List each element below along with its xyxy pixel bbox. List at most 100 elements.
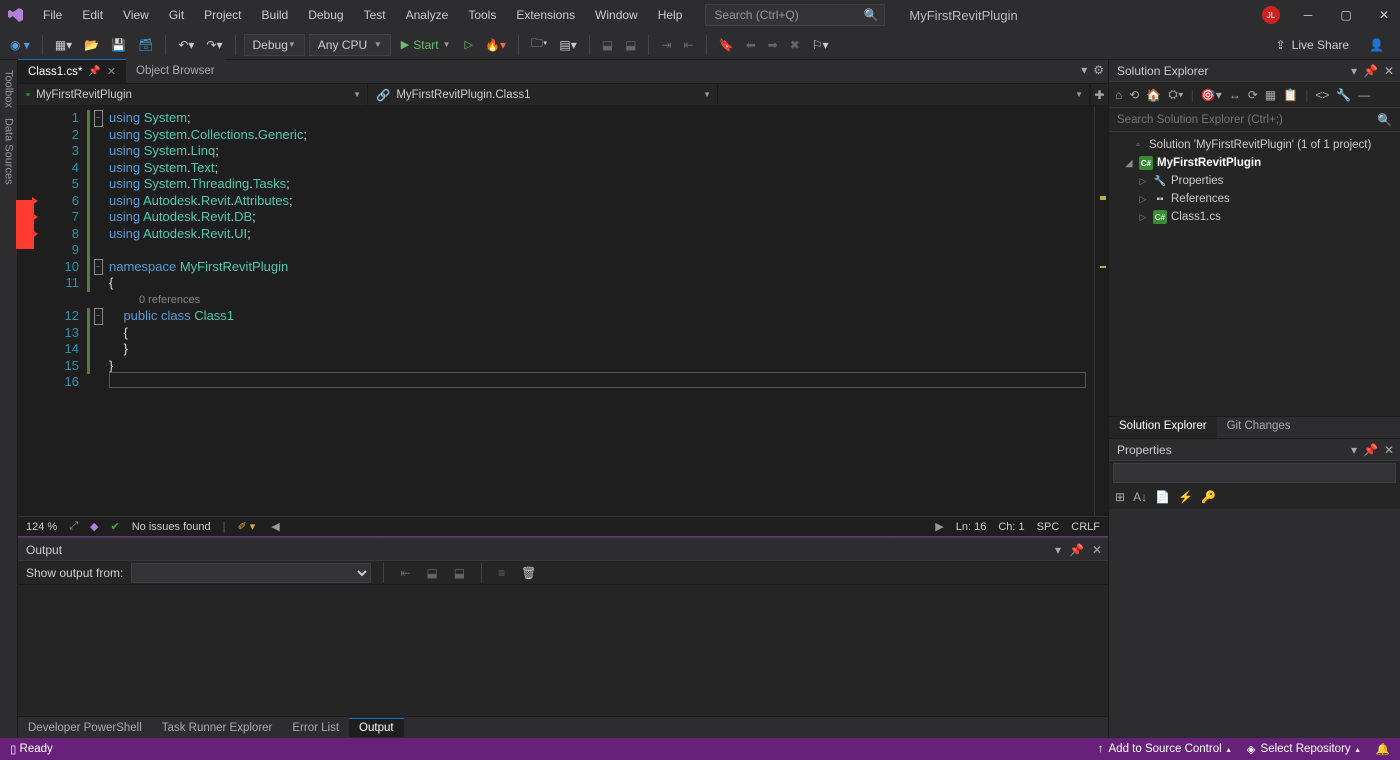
tab-overflow-icon[interactable]: ▾ — [1081, 63, 1087, 77]
tree-project[interactable]: ◢C# MyFirstRevitPlugin — [1109, 154, 1400, 172]
menu-project[interactable]: Project — [195, 4, 250, 26]
se-dropdown-icon[interactable]: ▾ — [1351, 64, 1357, 78]
se-search-input[interactable] — [1117, 114, 1377, 126]
menu-test[interactable]: Test — [355, 4, 395, 26]
se-collapse-icon[interactable]: ⛭▾ — [1168, 87, 1183, 102]
tab-settings-icon[interactable]: ⚙ — [1093, 63, 1104, 77]
props-msg-icon[interactable]: 🔑 — [1201, 490, 1216, 504]
menu-analyze[interactable]: Analyze — [397, 4, 458, 26]
properties-object-dropdown[interactable] — [1113, 463, 1396, 483]
user-badge[interactable]: JL — [1262, 6, 1280, 24]
se-copy-icon[interactable]: 📋 — [1283, 88, 1298, 102]
platform-dropdown[interactable]: Any CPU▼ — [309, 34, 391, 56]
brush-icon[interactable]: ✐ ▾ — [237, 520, 255, 533]
props-az-icon[interactable]: A↓ — [1133, 490, 1147, 504]
browse-button[interactable]: 🗀▾ — [527, 32, 551, 57]
start-button[interactable]: ▶Start ▼ — [395, 36, 457, 54]
props-events-icon[interactable]: ⚡ — [1178, 490, 1193, 504]
se-tab-git[interactable]: Git Changes — [1217, 417, 1301, 438]
open-button[interactable]: 📂 — [80, 36, 103, 54]
minimize-button[interactable]: ─ — [1298, 5, 1318, 25]
code-editor[interactable]: 12345678910111213141516 −−− using System… — [18, 106, 1108, 516]
props-cat-icon[interactable]: ⊞ — [1115, 490, 1125, 504]
props-close-icon[interactable]: ✕ — [1384, 443, 1394, 457]
zoom-level[interactable]: 124 % — [26, 521, 57, 533]
se-home-icon[interactable]: ⌂ — [1115, 88, 1122, 102]
data-sources-tab[interactable]: Data Sources — [3, 118, 15, 185]
layout-button[interactable]: ▤▾ — [555, 36, 580, 54]
redo-button[interactable]: ↷▾ — [202, 36, 226, 54]
output-body[interactable] — [18, 585, 1108, 716]
menu-edit[interactable]: Edit — [73, 4, 112, 26]
menu-file[interactable]: File — [34, 4, 71, 26]
split-button[interactable]: ✚ — [1090, 84, 1108, 105]
issues-text[interactable]: No issues found — [132, 521, 211, 533]
tree-solution[interactable]: ▫ Solution 'MyFirstRevitPlugin' (1 of 1 … — [1109, 136, 1400, 154]
maximize-button[interactable]: ▢ — [1336, 5, 1356, 25]
zoom-icon[interactable]: ⤢ — [69, 520, 78, 533]
menu-debug[interactable]: Debug — [299, 4, 352, 26]
overview-ruler[interactable] — [1094, 106, 1108, 516]
output-source-dropdown[interactable] — [131, 563, 371, 583]
search-box[interactable]: Search (Ctrl+Q) 🔍 — [705, 4, 885, 26]
se-code-icon[interactable]: <> — [1315, 88, 1329, 102]
add-source-control-button[interactable]: ↑ Add to Source Control ▴ — [1098, 743, 1231, 755]
nav-type-dropdown[interactable]: 🔗 MyFirstRevitPlugin.Class1▼ — [368, 84, 718, 105]
properties-grid[interactable] — [1109, 509, 1400, 738]
props-dropdown-icon[interactable]: ▾ — [1351, 443, 1357, 457]
nav-scope-dropdown[interactable]: ▪ MyFirstRevitPlugin▼ — [18, 84, 368, 105]
tab-object-browser[interactable]: Object Browser — [126, 59, 225, 83]
bottom-tab-task-runner-explorer[interactable]: Task Runner Explorer — [152, 719, 283, 737]
solution-explorer-search[interactable]: 🔍 — [1109, 108, 1400, 132]
se-refresh-icon[interactable]: ⟳ — [1248, 88, 1258, 102]
se-filter-icon[interactable]: ↔ — [1229, 88, 1241, 102]
bottom-tab-error-list[interactable]: Error List — [282, 719, 349, 737]
se-switch-icon[interactable]: ⟲ — [1129, 88, 1139, 102]
menu-git[interactable]: Git — [160, 4, 193, 26]
undo-button[interactable]: ↶▾ — [174, 36, 198, 54]
indent-mode[interactable]: SPC — [1037, 521, 1060, 533]
panel-close-icon[interactable]: ✕ — [1092, 543, 1102, 557]
scroll-right-icon[interactable]: ▶ — [935, 520, 943, 533]
se-more-icon[interactable]: — — [1358, 88, 1370, 102]
nav-member-dropdown[interactable]: ▼ — [718, 84, 1090, 105]
menu-view[interactable]: View — [114, 4, 158, 26]
back-button[interactable]: ◉ ▾ — [6, 36, 34, 54]
bottom-tab-developer-powershell[interactable]: Developer PowerShell — [18, 719, 152, 737]
save-all-button[interactable]: 🗃 — [134, 36, 157, 54]
props-pin-icon[interactable]: 📌 — [1363, 443, 1378, 457]
flag-button[interactable]: ⚐▾ — [808, 36, 833, 54]
se-tab-solution[interactable]: Solution Explorer — [1109, 417, 1217, 438]
panel-dropdown-icon[interactable]: ▾ — [1055, 543, 1061, 557]
menu-tools[interactable]: Tools — [459, 4, 505, 26]
scroll-left-icon[interactable]: ◀ — [271, 520, 279, 533]
clear-output-button[interactable]: 🗑 — [517, 564, 540, 582]
new-item-button[interactable]: ▦▾ — [51, 36, 76, 54]
props-pages-icon[interactable]: 📄 — [1155, 490, 1170, 504]
hot-reload-button[interactable]: 🔥▾ — [481, 36, 510, 54]
live-share-button[interactable]: ⇪ Live Share — [1276, 38, 1349, 52]
panel-pin-icon[interactable]: 📌 — [1069, 543, 1084, 557]
se-sync-icon[interactable]: 🎯▾ — [1201, 88, 1222, 102]
se-home2-icon[interactable]: 🏠 — [1146, 88, 1161, 102]
menu-help[interactable]: Help — [649, 4, 692, 26]
menu-build[interactable]: Build — [253, 4, 298, 26]
tree-references[interactable]: ▷▪▪ References — [1109, 190, 1400, 208]
notifications-button[interactable]: 🔔 — [1376, 742, 1390, 756]
tab-class1[interactable]: Class1.cs* 📌 ✕ — [18, 59, 126, 83]
menu-extensions[interactable]: Extensions — [507, 4, 584, 26]
save-button[interactable]: 💾 — [107, 36, 130, 54]
se-close-icon[interactable]: ✕ — [1384, 64, 1394, 78]
close-button[interactable]: ✕ — [1374, 5, 1394, 25]
se-showall-icon[interactable]: ▦ — [1265, 88, 1276, 102]
tree-properties[interactable]: ▷🔧 Properties — [1109, 172, 1400, 190]
line-ending[interactable]: CRLF — [1071, 521, 1100, 533]
tree-class1[interactable]: ▷C# Class1.cs — [1109, 208, 1400, 226]
se-pin-icon[interactable]: 📌 — [1363, 64, 1378, 78]
config-dropdown[interactable]: Debug▼ — [244, 34, 305, 56]
bookmark-button[interactable]: 🔖 — [715, 36, 738, 54]
solution-tree[interactable]: ▫ Solution 'MyFirstRevitPlugin' (1 of 1 … — [1109, 132, 1400, 416]
admin-icon[interactable]: 👤 — [1365, 36, 1388, 54]
menu-window[interactable]: Window — [586, 4, 647, 26]
se-prop-icon[interactable]: 🔧 — [1336, 88, 1351, 102]
